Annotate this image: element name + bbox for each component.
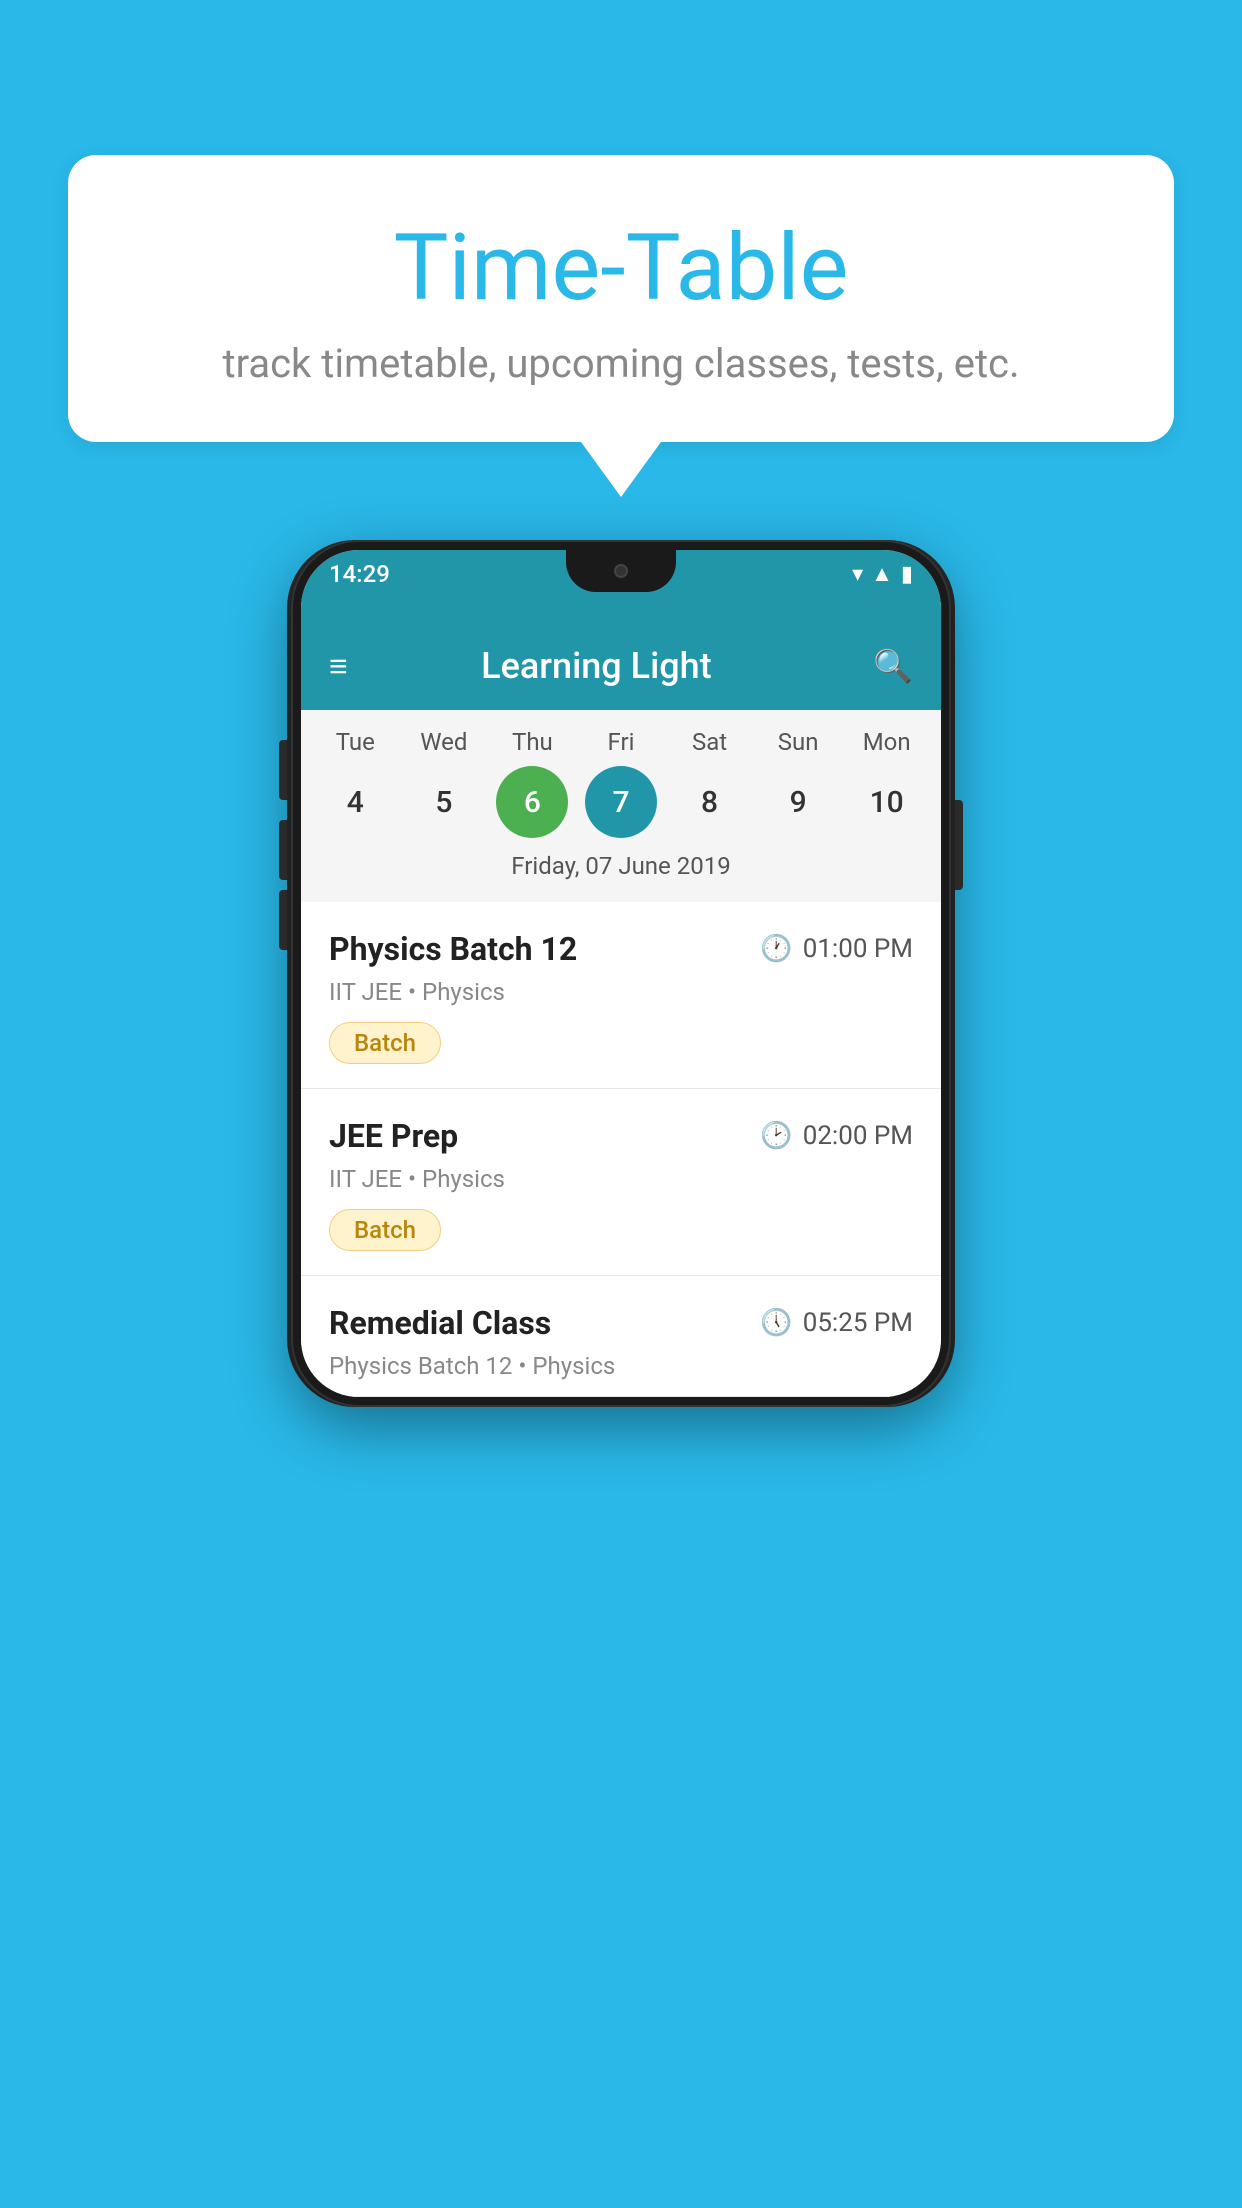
day-8[interactable]: 8 (674, 766, 746, 838)
day-names-row: Tue Wed Thu Fri Sat Sun Mon (301, 728, 941, 756)
camera-icon (614, 564, 628, 578)
schedule-item-3-time-text: 05:25 PM (803, 1308, 913, 1338)
calendar-header: Tue Wed Thu Fri Sat Sun Mon 4 5 6 7 8 9 … (301, 710, 941, 902)
schedule-item-2[interactable]: JEE Prep 🕑 02:00 PM IIT JEE • Physics Ba… (301, 1089, 941, 1276)
app-bar: ≡ Learning Light 🔍 (301, 622, 941, 710)
schedule-item-2-time-text: 02:00 PM (803, 1121, 913, 1151)
clock-icon-2: 🕑 (760, 1121, 792, 1151)
schedule-item-1[interactable]: Physics Batch 12 🕐 01:00 PM IIT JEE • Ph… (301, 902, 941, 1089)
notch-bar: 14:29 ▾ ▲ ▮ (301, 550, 941, 622)
clock-icon-1: 🕐 (760, 934, 792, 964)
day-10[interactable]: 10 (851, 766, 923, 838)
notch-cutout (566, 550, 676, 592)
schedule-item-3[interactable]: Remedial Class 🕔 05:25 PM Physics Batch … (301, 1276, 941, 1397)
search-icon[interactable]: 🔍 (873, 647, 913, 685)
schedule-item-3-title: Remedial Class (329, 1304, 551, 1342)
schedule-item-2-title: JEE Prep (329, 1117, 458, 1155)
day-4[interactable]: 4 (319, 766, 391, 838)
speech-bubble-wrapper: Time-Table track timetable, upcoming cla… (68, 155, 1174, 497)
phone-outer: 14:29 ▾ ▲ ▮ ≡ Learning Light 🔍 Tue (291, 540, 951, 1407)
speech-bubble-title: Time-Table (118, 215, 1124, 322)
phone-screen: 14:29 ▾ ▲ ▮ ≡ Learning Light 🔍 Tue (301, 550, 941, 1397)
schedule-item-2-header: JEE Prep 🕑 02:00 PM (329, 1117, 913, 1155)
app-title: Learning Light (372, 645, 821, 687)
selected-date-label: Friday, 07 June 2019 (301, 852, 941, 894)
schedule-item-1-subtitle: IIT JEE • Physics (329, 978, 913, 1006)
schedule-item-1-title: Physics Batch 12 (329, 930, 577, 968)
clock-icon-3: 🕔 (760, 1308, 792, 1338)
speech-bubble-arrow (581, 442, 661, 497)
day-name-fri: Fri (585, 728, 657, 756)
schedule-item-1-time-text: 01:00 PM (803, 934, 913, 964)
schedule-item-1-header: Physics Batch 12 🕐 01:00 PM (329, 930, 913, 968)
status-time: 14:29 (329, 560, 390, 588)
day-name-tue: Tue (319, 728, 391, 756)
day-9[interactable]: 9 (762, 766, 834, 838)
schedule-item-2-subtitle: IIT JEE • Physics (329, 1165, 913, 1193)
signal-icon: ▲ (871, 561, 893, 587)
status-icons: ▾ ▲ ▮ (852, 561, 913, 587)
speech-bubble: Time-Table track timetable, upcoming cla… (68, 155, 1174, 442)
batch-badge-1: Batch (329, 1022, 441, 1064)
batch-badge-2: Batch (329, 1209, 441, 1251)
schedule-list: Physics Batch 12 🕐 01:00 PM IIT JEE • Ph… (301, 902, 941, 1397)
day-7-selected[interactable]: 7 (585, 766, 657, 838)
day-name-sat: Sat (674, 728, 746, 756)
schedule-item-3-subtitle: Physics Batch 12 • Physics (329, 1352, 913, 1380)
schedule-item-2-time: 🕑 02:00 PM (760, 1121, 913, 1151)
schedule-item-3-time: 🕔 05:25 PM (760, 1308, 913, 1338)
speech-bubble-subtitle: track timetable, upcoming classes, tests… (118, 340, 1124, 387)
battery-icon: ▮ (901, 562, 913, 587)
schedule-item-3-header: Remedial Class 🕔 05:25 PM (329, 1304, 913, 1342)
hamburger-icon[interactable]: ≡ (329, 650, 348, 682)
day-numbers-row: 4 5 6 7 8 9 10 (301, 766, 941, 838)
day-name-wed: Wed (408, 728, 480, 756)
phone-wrapper: 14:29 ▾ ▲ ▮ ≡ Learning Light 🔍 Tue (68, 540, 1174, 1407)
day-name-mon: Mon (851, 728, 923, 756)
day-name-thu: Thu (496, 728, 568, 756)
day-name-sun: Sun (762, 728, 834, 756)
schedule-item-1-time: 🕐 01:00 PM (760, 934, 913, 964)
day-5[interactable]: 5 (408, 766, 480, 838)
day-6-today[interactable]: 6 (496, 766, 568, 838)
wifi-icon: ▾ (852, 562, 863, 587)
